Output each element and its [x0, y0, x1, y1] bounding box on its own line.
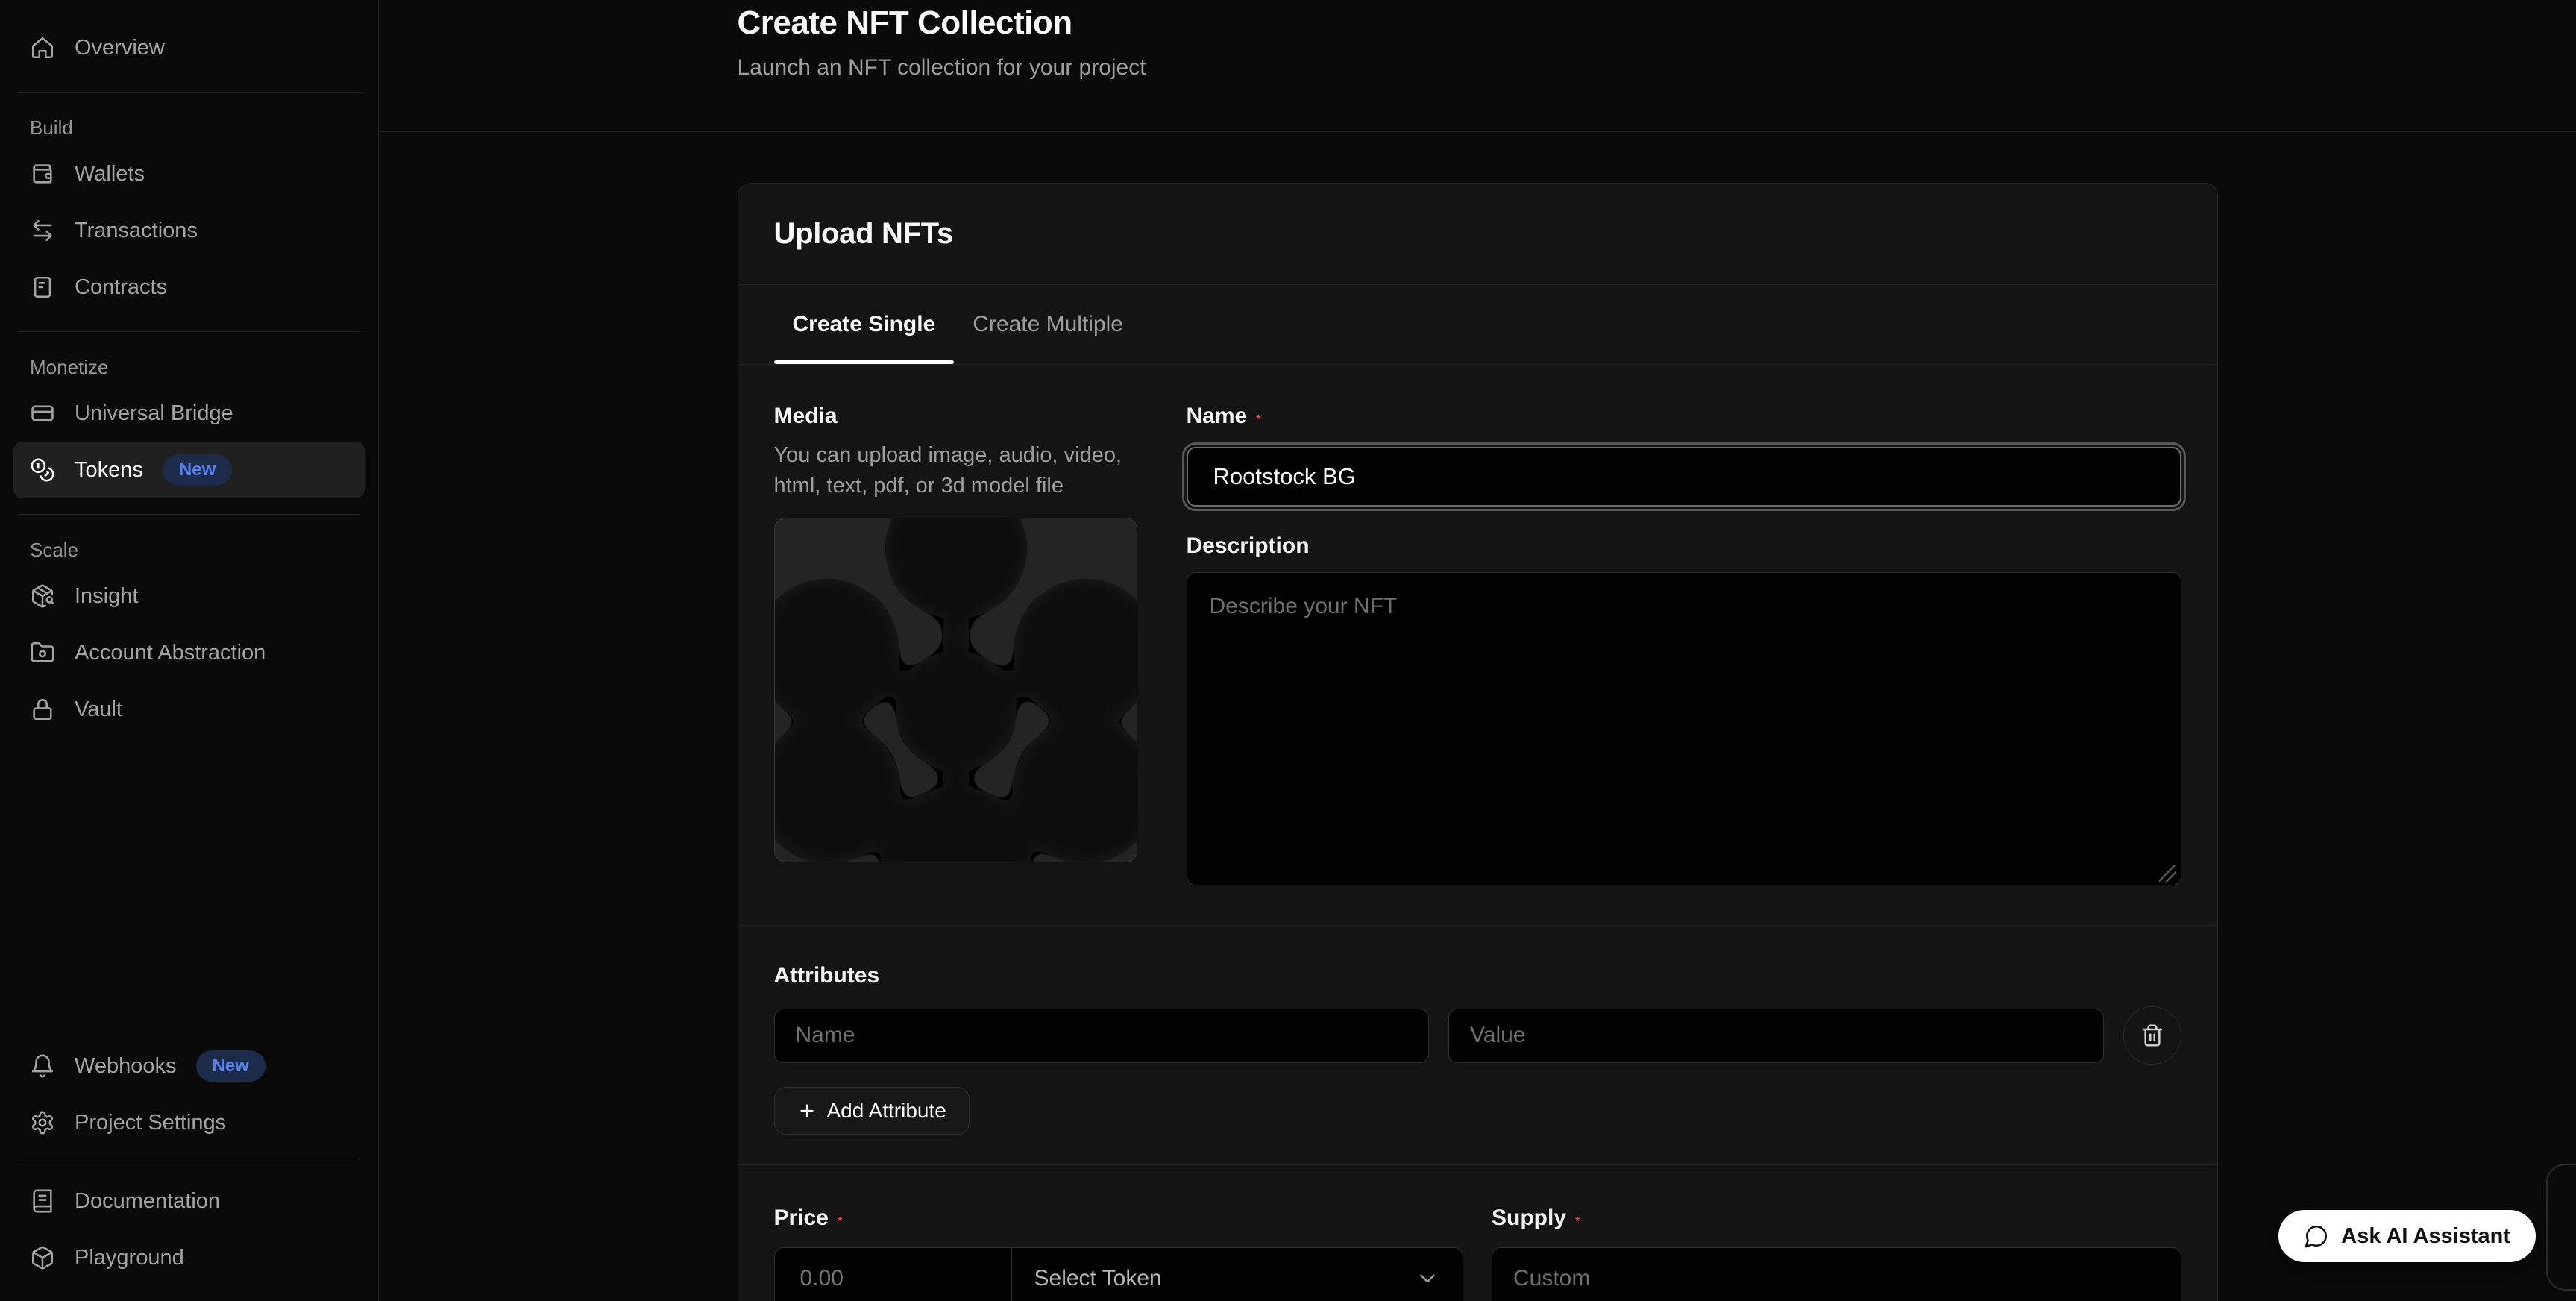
card-title: Upload NFTs [774, 216, 2181, 251]
name-input[interactable] [1187, 447, 2181, 507]
tab-create-single[interactable]: Create Single [774, 285, 955, 364]
name-label: Name [1187, 404, 1248, 428]
attribute-value-input[interactable] [1448, 1009, 2104, 1063]
page-header: Create NFT Collection Launch an NFT coll… [379, 0, 2576, 132]
resize-grip-icon[interactable] [2159, 865, 2176, 882]
tab-create-multiple[interactable]: Create Multiple [954, 285, 1142, 364]
supply-label: Supply [1492, 1206, 1566, 1230]
arrows-left-right-icon [30, 218, 55, 243]
chevron-down-icon [1415, 1266, 1440, 1291]
media-description: You can upload image, audio, video, html… [774, 440, 1137, 501]
sidebar-item-label: Overview [75, 36, 165, 60]
credit-card-icon [30, 401, 55, 426]
supply-input[interactable] [1492, 1247, 2181, 1301]
nft-artwork-preview [775, 518, 1137, 862]
sidebar-item-project-settings[interactable]: Project Settings [13, 1094, 365, 1151]
sidebar-item-account-abstraction[interactable]: Account Abstraction [13, 624, 365, 681]
gear-icon [30, 1110, 55, 1135]
package-search-icon [30, 583, 55, 609]
sidebar-item-label: Vault [75, 697, 122, 722]
chat-bubble-icon [2304, 1223, 2329, 1249]
sidebar-item-label: Webhooks [75, 1054, 177, 1079]
sidebar-divider [18, 92, 360, 93]
add-attribute-label: Add Attribute [827, 1099, 946, 1123]
page-subtitle: Launch an NFT collection for your projec… [738, 55, 2218, 81]
upload-nfts-card: Upload NFTs Create Single Create Multipl… [738, 183, 2218, 1301]
price-column: Price * Select Token [774, 1207, 1464, 1301]
tab-bar: Create Single Create Multiple [738, 285, 2217, 365]
sidebar-item-wallets[interactable]: Wallets [13, 145, 365, 202]
price-supply-section: Price * Select Token Supply * [738, 1165, 2217, 1301]
sidebar-item-playground[interactable]: Playground [13, 1229, 365, 1286]
fields-column: Name * Description [1187, 405, 2181, 889]
new-badge: New [196, 1050, 266, 1082]
home-icon [30, 35, 55, 60]
sidebar-item-label: Wallets [75, 162, 145, 186]
sidebar-item-universal-bridge[interactable]: Universal Bridge [13, 385, 365, 442]
coins-icon [30, 457, 55, 483]
trash-icon [2140, 1023, 2164, 1047]
sidebar-item-webhooks[interactable]: Webhooks New [13, 1038, 365, 1094]
media-label: Media [774, 405, 1137, 427]
attribute-name-input[interactable] [774, 1009, 1430, 1063]
page-title: Create NFT Collection [738, 1, 2218, 45]
main-area: Create NFT Collection Launch an NFT coll… [379, 0, 2576, 1301]
delete-attribute-button[interactable] [2123, 1006, 2181, 1065]
sidebar-item-vault[interactable]: Vault [13, 681, 365, 738]
ask-ai-assistant-label: Ask AI Assistant [2341, 1224, 2510, 1249]
sidebar-divider [18, 514, 360, 515]
sidebar-item-documentation[interactable]: Documentation [13, 1173, 365, 1229]
sidebar-item-label: Playground [75, 1246, 184, 1270]
description-label: Description [1187, 535, 2181, 557]
sidebar-spacer [13, 738, 365, 1038]
sidebar-section-scale: Scale [13, 536, 365, 563]
sidebar-item-contracts[interactable]: Contracts [13, 259, 365, 316]
cube-icon [30, 1245, 55, 1270]
plus-icon [797, 1101, 817, 1120]
sidebar-item-overview[interactable]: Overview [13, 19, 365, 76]
folder-badge-icon [30, 640, 55, 665]
sidebar-item-label: Documentation [75, 1189, 220, 1214]
price-input-group: Select Token [774, 1247, 1464, 1301]
required-asterisk: * [838, 1215, 842, 1228]
media-column: Media You can upload image, audio, video… [774, 405, 1137, 889]
ask-ai-assistant-button[interactable]: Ask AI Assistant [2278, 1210, 2536, 1262]
lock-icon [30, 697, 55, 722]
sidebar-section-build: Build [13, 114, 365, 141]
add-attribute-button[interactable]: Add Attribute [774, 1087, 970, 1135]
card-header: Upload NFTs [738, 184, 2217, 285]
sidebar-item-label: Account Abstraction [75, 641, 266, 665]
book-icon [30, 1188, 55, 1214]
wallet-icon [30, 161, 55, 186]
new-badge: New [163, 454, 232, 486]
media-upload-preview[interactable] [774, 518, 1137, 862]
sidebar-item-label: Tokens [75, 458, 143, 483]
sidebar-divider [18, 331, 360, 332]
sidebar-item-insight[interactable]: Insight [13, 568, 365, 624]
sidebar-item-tokens[interactable]: Tokens New [13, 442, 365, 498]
token-select-value: Select Token [1034, 1266, 1162, 1291]
sidebar: Overview Build Wallets Transactions Cont… [0, 0, 379, 1301]
price-label: Price [774, 1206, 829, 1230]
sidebar-item-label: Transactions [75, 219, 198, 243]
notepad-icon [30, 275, 55, 300]
attributes-label: Attributes [774, 965, 2181, 987]
bell-icon [30, 1053, 55, 1079]
sidebar-item-label: Insight [75, 584, 138, 609]
price-amount-input[interactable] [775, 1248, 1012, 1301]
attributes-section: Attributes Add Attribute [738, 926, 2217, 1164]
sidebar-item-label: Contracts [75, 275, 167, 300]
attribute-row [774, 1006, 2181, 1065]
supply-column: Supply * [1492, 1207, 2181, 1301]
token-select-dropdown[interactable]: Select Token [1012, 1248, 1463, 1301]
required-asterisk: * [1256, 413, 1260, 426]
description-textarea[interactable] [1187, 572, 2181, 885]
nft-form: Media You can upload image, audio, video… [738, 365, 2217, 925]
content-area: Upload NFTs Create Single Create Multipl… [379, 132, 2576, 1301]
sidebar-item-label: Project Settings [75, 1111, 226, 1135]
required-asterisk: * [1575, 1215, 1580, 1228]
sidebar-item-label: Universal Bridge [75, 401, 233, 426]
sidebar-item-transactions[interactable]: Transactions [13, 202, 365, 259]
sidebar-section-monetize: Monetize [13, 354, 365, 380]
